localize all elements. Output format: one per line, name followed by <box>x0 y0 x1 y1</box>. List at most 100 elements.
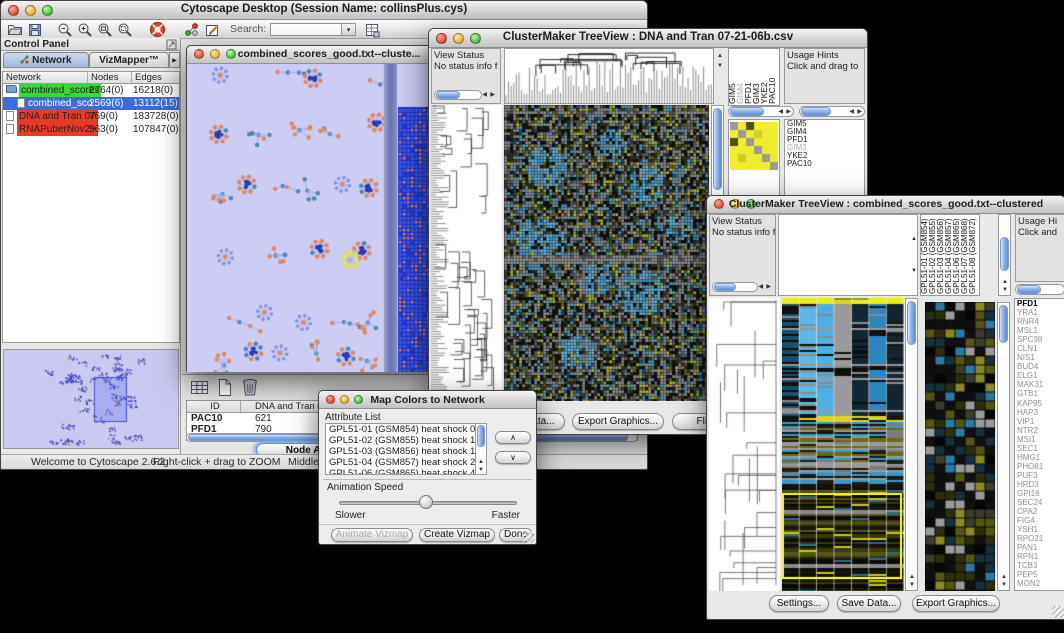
tv2-export-graphics-button[interactable]: Export Graphics... <box>912 595 1000 612</box>
network-row-combined-scores[interactable]: combined_scores 2764(0) 16218(0) <box>3 84 179 97</box>
gene-label[interactable]: FIG4 <box>1015 516 1064 525</box>
dialog-titlebar[interactable]: Map Colors to Network <box>319 391 536 409</box>
scroll-down-icon[interactable] <box>1002 287 1008 293</box>
tv1-row-dendrogram[interactable] <box>431 105 502 405</box>
main-titlebar[interactable]: Cytoscape Desktop (Session Name: collins… <box>1 1 647 20</box>
tv2-settings-button[interactable]: Settings... <box>769 595 829 612</box>
nodes-column-header[interactable]: Nodes <box>88 72 132 84</box>
gene-label[interactable]: YRA1 <box>1015 308 1064 317</box>
gene-label[interactable]: SPC98 <box>1015 335 1064 344</box>
gene-label[interactable]: HRD3 <box>1015 480 1064 489</box>
search-input[interactable] <box>270 23 342 36</box>
resize-grip[interactable] <box>523 531 535 543</box>
help-button[interactable] <box>149 21 166 38</box>
tv2-column-dendrogram[interactable] <box>778 214 918 296</box>
network-canvas-view[interactable] <box>187 64 435 371</box>
gene-label[interactable]: GPI16 <box>1015 489 1064 498</box>
gene-label[interactable]: PUF3 <box>1015 471 1064 480</box>
scroll-up-icon[interactable] <box>478 459 484 465</box>
gene-label[interactable]: YSH1 <box>1015 525 1064 534</box>
tv1-hints-hscrollbar[interactable] <box>799 106 865 117</box>
gene-label[interactable]: HAP3 <box>1015 408 1064 417</box>
scroll-up-icon[interactable] <box>911 236 917 242</box>
id-column-header[interactable]: ID <box>187 401 241 413</box>
treeview2-titlebar[interactable]: ClusterMaker TreeView : combined_scores_… <box>707 196 1064 214</box>
tv1-heatmap[interactable] <box>504 105 709 401</box>
scroll-down-icon[interactable] <box>478 467 484 473</box>
tv1-export-graphics-button[interactable]: Export Graphics... <box>572 413 664 430</box>
column-label[interactable]: GPL51-08 (GSM872) <box>969 215 977 295</box>
tv2-selection-rectangle[interactable] <box>782 493 902 579</box>
animation-speed-slider-thumb[interactable] <box>419 495 433 509</box>
node-tools-button[interactable] <box>184 22 200 38</box>
minimize-button[interactable] <box>210 49 220 59</box>
gene-label[interactable]: NTR2 <box>1015 426 1064 435</box>
scroll-up-icon[interactable] <box>1002 279 1008 285</box>
gene-label[interactable]: HMG1 <box>1015 453 1064 462</box>
tv2-vscrollbar[interactable] <box>905 298 918 591</box>
scroll-left-icon[interactable] <box>778 109 783 115</box>
gene-label[interactable]: MSL1 <box>1015 326 1064 335</box>
tab-overflow-button[interactable]: ▶ <box>169 52 180 68</box>
tv2-detail-heatmap[interactable] <box>925 302 995 591</box>
scroll-left-icon[interactable] <box>849 109 854 115</box>
attribute-list-item[interactable]: GPL51-02 (GSM855) heat shock 10 min <box>326 435 486 446</box>
gene-label[interactable]: PHO81 <box>1015 462 1064 471</box>
zoom-out-button[interactable] <box>57 22 73 38</box>
zoom-in-button[interactable] <box>77 22 93 38</box>
tv1-status-hscrollbar[interactable] <box>434 90 482 100</box>
tv2-status-hscrollbar[interactable] <box>712 282 758 292</box>
edges-column-header[interactable]: Edges <box>132 72 180 84</box>
float-panel-icon[interactable] <box>166 39 177 50</box>
tv2-hints-hscrollbar[interactable] <box>1015 284 1064 295</box>
scro ll-right-icon[interactable] <box>857 109 862 115</box>
network-column-header[interactable]: Network <box>3 72 88 84</box>
scroll-left-icon[interactable] <box>758 284 763 290</box>
gene-label[interactable]: KAP95 <box>1015 399 1064 408</box>
close-button[interactable] <box>194 49 204 59</box>
scroll-up-icon[interactable] <box>717 53 723 59</box>
tv2-labels-vscrollbar[interactable] <box>998 214 1011 296</box>
gene-label[interactable]: GTB1 <box>1015 389 1064 398</box>
gene-label[interactable]: RPO21 <box>1015 534 1064 543</box>
gene-label[interactable]: BUD4 <box>1015 362 1064 371</box>
gene-label[interactable]: MSI1 <box>1015 435 1064 444</box>
gene-label[interactable]: TCB3 <box>1015 561 1064 570</box>
tv2-save-data-button[interactable]: Save Data... <box>837 595 901 612</box>
network-view-titlebar[interactable]: combined_scores_good.txt--cluste... <box>187 46 435 64</box>
scroll-right-icon[interactable] <box>766 284 771 290</box>
zoom-fit-button[interactable] <box>117 22 133 38</box>
gene-label[interactable]: NIS1 <box>1015 353 1064 362</box>
network-row-rnapuber[interactable]: RNAPuberNov2+ 563(0) 107847(0) <box>3 123 179 136</box>
gene-label[interactable]: PFD1 <box>1015 299 1064 308</box>
open-file-button[interactable] <box>7 22 23 38</box>
tv2-row-dendrogram[interactable] <box>709 298 780 591</box>
attribute-list-item[interactable]: GPL51-01 (GSM854) heat shock 05 min <box>326 424 486 435</box>
treeview1-titlebar[interactable]: ClusterMaker TreeView : DNA and Tran 07-… <box>429 29 867 48</box>
gene-label[interactable]: SEC24 <box>1015 498 1064 507</box>
zoom-selected-button[interactable] <box>97 22 113 38</box>
scroll-down-icon[interactable] <box>1001 582 1007 588</box>
gene-label[interactable]: VIP1 <box>1015 417 1064 426</box>
resize-grip[interactable] <box>1052 606 1064 618</box>
gene-label[interactable]: RNR4 <box>1015 317 1064 326</box>
attribute-list-item[interactable]: GPL51-03 (GSM856) heat shock 15 min <box>326 446 486 457</box>
gene-label[interactable]: MAK31 <box>1015 380 1064 389</box>
scroll-right-icon[interactable] <box>786 109 791 115</box>
gene-label[interactable]: SEC1 <box>1015 444 1064 453</box>
scroll-down-icon[interactable] <box>909 582 915 588</box>
attribute-table-button[interactable] <box>364 22 380 38</box>
row-label[interactable]: PAC10 <box>785 160 864 168</box>
scroll-up-icon[interactable] <box>1001 574 1007 580</box>
attribute-list-item[interactable]: GPL51-04 (GSM857) heat shock 20 min <box>326 457 486 468</box>
matrix-button[interactable] <box>190 378 209 397</box>
network-row-combined-sco-selected[interactable]: combined_sco 2569(6) 13112(15) <box>3 97 179 110</box>
gene-label[interactable]: MON2 <box>1015 579 1064 588</box>
create-vizmap-button[interactable]: Create Vizmap <box>419 528 495 542</box>
gene-label[interactable]: PAN1 <box>1015 543 1064 552</box>
column-label[interactable]: PAC10 <box>769 49 777 105</box>
scroll-down-icon[interactable] <box>717 63 723 69</box>
birdseye-view[interactable] <box>3 349 179 449</box>
scroll-left-icon[interactable] <box>482 92 487 98</box>
tab-network[interactable]: Network <box>3 52 89 68</box>
